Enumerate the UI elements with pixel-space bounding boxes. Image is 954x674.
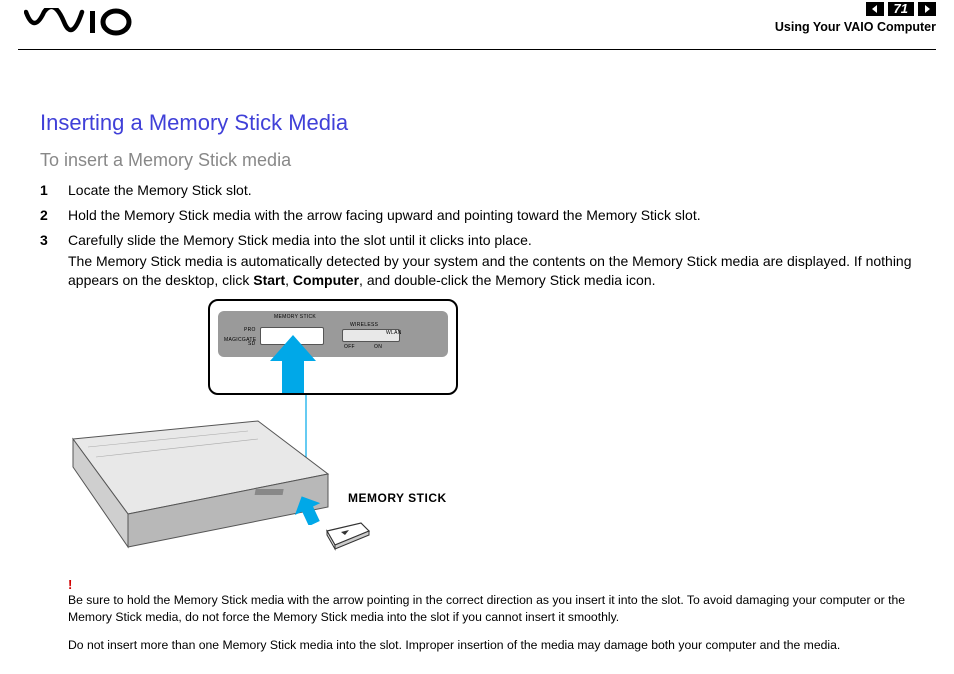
page-navigator: 71 — [866, 2, 936, 16]
warning-text-1: Be sure to hold the Memory Stick media w… — [68, 592, 914, 625]
step-row: 2 Hold the Memory Stick media with the a… — [40, 206, 914, 225]
memory-stick-label: MEMORY STICK — [348, 491, 447, 505]
step3-post: , and double-click the Memory Stick medi… — [359, 272, 655, 288]
step-row: 3 Carefully slide the Memory Stick media… — [40, 231, 914, 290]
bold-computer: Computer — [293, 272, 359, 288]
page-title: Inserting a Memory Stick Media — [40, 110, 914, 136]
bold-start: Start — [253, 272, 285, 288]
prev-page-button[interactable] — [866, 2, 884, 16]
step-number: 2 — [40, 206, 68, 225]
section-title: Using Your VAIO Computer — [775, 20, 936, 34]
warning-icon: ! — [68, 577, 914, 592]
step-text: Hold the Memory Stick media with the arr… — [68, 206, 914, 225]
figure: MEMORY STICK PRO MAGICGATE SD WIRELESS W… — [68, 299, 468, 569]
next-page-button[interactable] — [918, 2, 936, 16]
step-text: Locate the Memory Stick slot. — [68, 181, 914, 200]
laptop-illustration — [68, 419, 338, 567]
page-header: 71 Using Your VAIO Computer — [18, 0, 936, 50]
step3-extra: The Memory Stick media is automatically … — [68, 252, 914, 290]
step3-line1: Carefully slide the Memory Stick media i… — [68, 232, 532, 248]
warning-text-2: Do not insert more than one Memory Stick… — [68, 637, 914, 653]
step-row: 1 Locate the Memory Stick slot. — [40, 181, 914, 200]
page-number: 71 — [888, 2, 914, 16]
page-subtitle: To insert a Memory Stick media — [40, 150, 914, 171]
step-number: 1 — [40, 181, 68, 200]
memory-stick-media-icon — [323, 521, 373, 551]
step-number: 3 — [40, 231, 68, 250]
page-content: Inserting a Memory Stick Media To insert… — [0, 50, 954, 654]
step3-mid: , — [285, 272, 293, 288]
small-insert-arrow-icon — [294, 495, 322, 525]
vaio-logo — [24, 8, 134, 43]
step-text: Carefully slide the Memory Stick media i… — [68, 231, 914, 290]
